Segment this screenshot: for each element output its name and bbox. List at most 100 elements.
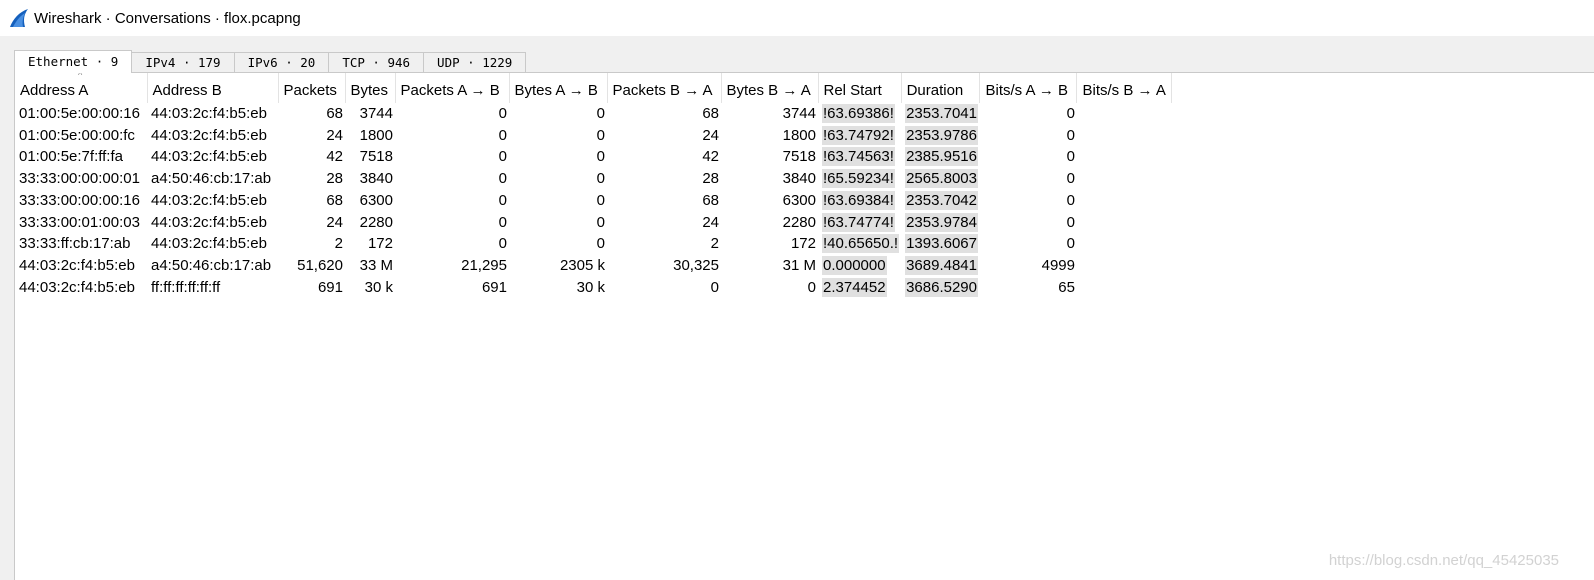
table-cell: 33:33:ff:cb:17:ab xyxy=(19,235,131,253)
table-cell: 0 xyxy=(596,213,605,231)
column-header-bytes-b-a[interactable]: Bytes B → A xyxy=(721,73,819,103)
column-header-packets-a-b[interactable]: Packets A → B xyxy=(395,73,510,103)
column-header-bytes-a-b[interactable]: Bytes A → B xyxy=(509,73,608,103)
column-header-bytes[interactable]: Bytes xyxy=(345,73,396,103)
table-cell: 3840 xyxy=(782,170,816,188)
table-cell: 44:03:2c:f4:b5:eb xyxy=(151,213,267,231)
table-cell: 0 xyxy=(710,278,719,296)
table-cell: 1800 xyxy=(782,126,816,144)
table-row[interactable]: 44:03:2c:f4:b5:eb a4:50:46:cb:17:ab 51,620… xyxy=(15,255,1172,277)
table-row[interactable]: 01:00:5e:7f:ff:fa 44:03:2c:f4:b5:eb 42 7518… xyxy=(15,146,1172,168)
column-header-packets-b-a[interactable]: Packets B → A xyxy=(607,73,722,103)
column-header-packets[interactable]: Packets xyxy=(278,73,346,103)
table-cell: 28 xyxy=(702,170,719,188)
table-row[interactable]: 33:33:00:00:00:01 a4:50:46:cb:17:ab 28 3840… xyxy=(15,168,1172,190)
table-cell: 2.374452 xyxy=(818,277,901,299)
cell-value: !63.69386! xyxy=(822,104,895,123)
table-cell: 1800 xyxy=(359,126,393,144)
table-cell: 21,295 xyxy=(461,256,507,274)
table-cell: 51,620 xyxy=(297,256,343,274)
cell-value: !63.74774! xyxy=(822,212,895,232)
table-cell: 1393.6067 xyxy=(901,233,980,255)
table-cell xyxy=(1077,103,1172,125)
cell-value: 2385.9516 xyxy=(905,147,978,167)
table-cell xyxy=(1077,233,1172,255)
table-cell: 01:00:5e:00:00:16 xyxy=(19,105,140,122)
table-cell: 33:33:00:00:00:16 xyxy=(19,191,140,209)
table-row[interactable]: 33:33:00:00:00:16 44:03:2c:f4:b5:eb 68 6300… xyxy=(15,190,1172,212)
tab-ethernet[interactable]: Ethernet · 9 xyxy=(14,50,133,73)
column-header-bits-b-a[interactable]: Bits/s B → A xyxy=(1076,73,1173,103)
cell-value: 2353.7042 xyxy=(905,190,978,210)
table-row[interactable]: 33:33:ff:cb:17:ab 44:03:2c:f4:b5:eb 2 172 0 0… xyxy=(15,233,1172,255)
cell-value: 2353.9784 xyxy=(905,212,978,232)
tab-tcp[interactable]: TCP · 946 xyxy=(328,52,425,73)
table-cell: 42 xyxy=(702,148,719,166)
table-cell: 0 xyxy=(1066,126,1075,144)
table-cell: 2353.7041 xyxy=(901,103,980,125)
table-cell: 0 xyxy=(596,126,605,144)
table-cell: 2353.7042 xyxy=(901,190,980,212)
table-cell: 0 xyxy=(596,148,605,166)
cell-value: !40.65650.! xyxy=(822,234,900,254)
table-cell: 3744 xyxy=(359,105,393,122)
cell-value: 2.374452 xyxy=(822,277,887,297)
table-cell: 44:03:2c:f4:b5:eb xyxy=(151,126,267,144)
table-cell: !40.65650.! xyxy=(818,233,901,255)
column-header-address-b[interactable]: Address B xyxy=(147,73,279,103)
column-header-bits-a-b[interactable]: Bits/s A → B xyxy=(979,73,1078,103)
tab-udp[interactable]: UDP · 1229 xyxy=(423,52,527,73)
table-cell: 0 xyxy=(498,235,507,253)
column-header-address-a[interactable]: ^ Address A xyxy=(15,73,148,103)
table-cell: !63.69384! xyxy=(818,190,901,212)
table-cell: 0 xyxy=(1066,213,1075,231)
table-cell: 30 k xyxy=(364,278,393,296)
table-row[interactable]: 01:00:5e:00:00:fc 44:03:2c:f4:b5:eb 24 1800… xyxy=(15,125,1172,147)
column-header-rel-start[interactable]: Rel Start xyxy=(818,73,902,103)
table-cell: 01:00:5e:00:00:fc xyxy=(19,126,135,144)
table-cell: 0 xyxy=(807,278,816,296)
table-cell: 44:03:2c:f4:b5:eb xyxy=(151,235,267,253)
cell-value: 3686.5290 xyxy=(905,277,978,297)
table-cell: 2280 xyxy=(359,213,393,231)
table-cell xyxy=(1077,255,1172,277)
tab-ipv6[interactable]: IPv6 · 20 xyxy=(233,52,330,73)
tab-ipv4[interactable]: IPv4 · 179 xyxy=(131,52,235,73)
table-cell: 44:03:2c:f4:b5:eb xyxy=(19,278,135,296)
table-cell xyxy=(1077,168,1172,190)
title-bar: Wireshark · Conversations · flox.pcapng xyxy=(0,0,1594,36)
table-cell: 691 xyxy=(317,278,343,296)
table-cell: 68 xyxy=(326,191,343,209)
table-cell: 0 xyxy=(498,170,507,188)
table-cell: 44:03:2c:f4:b5:eb xyxy=(19,256,135,274)
conversations-table-panel: ^ Address A Address B Packets Bytes Packe… xyxy=(14,72,1594,580)
table-cell: 6300 xyxy=(359,191,393,209)
column-header-label: Address A xyxy=(20,81,89,99)
wireshark-fin-icon xyxy=(9,8,29,28)
table-cell: 44:03:2c:f4:b5:eb xyxy=(151,105,267,122)
table-cell: 0 xyxy=(498,213,507,231)
conversations-table: ^ Address A Address B Packets Bytes Packe… xyxy=(15,73,1173,299)
table-cell: 0.000000 xyxy=(818,255,901,277)
table-cell: 33:33:00:00:00:01 xyxy=(19,170,140,188)
table-cell: 0 xyxy=(498,148,507,166)
table-row[interactable]: 44:03:2c:f4:b5:eb ff:ff:ff:ff:ff:ff 691 30 … xyxy=(15,277,1172,299)
table-cell: 24 xyxy=(326,213,343,231)
table-cell: 24 xyxy=(326,126,343,144)
column-header-duration[interactable]: Duration xyxy=(901,73,981,103)
cell-value: 1393.6067 xyxy=(905,234,978,254)
table-row[interactable]: 01:00:5e:00:00:16 44:03:2c:f4:b5:eb 68 3744… xyxy=(15,103,1172,125)
table-cell: 0 xyxy=(596,170,605,188)
table-cell xyxy=(1077,212,1172,234)
table-cell: 0 xyxy=(498,105,507,122)
table-cell xyxy=(1077,125,1172,147)
table-cell: 0 xyxy=(498,191,507,209)
table-cell: 33:33:00:01:00:03 xyxy=(19,213,140,231)
table-cell: 691 xyxy=(481,278,507,296)
watermark: https://blog.csdn.net/qq_45425035 xyxy=(1328,552,1559,569)
table-row[interactable]: 33:33:00:01:00:03 44:03:2c:f4:b5:eb 24 2280… xyxy=(15,212,1172,234)
cell-value: 2353.9786 xyxy=(905,125,978,145)
table-cell: 0 xyxy=(1066,191,1075,209)
table-cell: 0 xyxy=(1066,105,1075,122)
table-cell xyxy=(1077,190,1172,212)
